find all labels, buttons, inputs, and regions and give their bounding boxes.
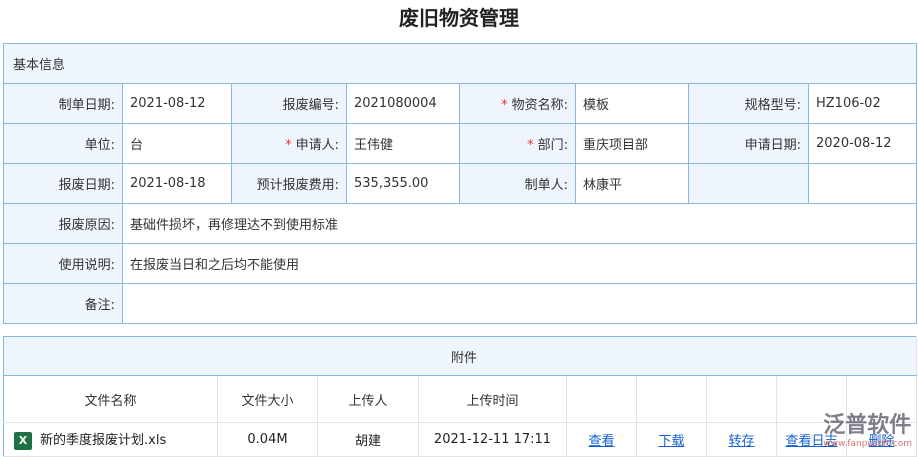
field-label: 报废日期: — [3, 163, 123, 204]
page-title: 废旧物资管理 — [399, 6, 519, 30]
field-value: 535,355.00 — [346, 163, 460, 204]
attachment-row: X 新的季度报废计划.xls 0.04M 胡建 2021-12-11 17:11 … — [3, 422, 918, 457]
field-value: 在报废当日和之后均不能使用 — [121, 243, 918, 284]
attachments-header-row: 文件名称 文件大小 上传人 上传时间 — [3, 375, 918, 423]
info-row: 报废日期: 2021-08-18 预计报废费用: 535,355.00 制单人: 林康平 — [3, 163, 918, 204]
field-label: 单位: — [3, 123, 123, 164]
download-link[interactable]: 下载 — [658, 434, 684, 449]
field-label: 报废原因: — [3, 203, 123, 244]
field-label: 使用说明: — [3, 243, 123, 284]
info-row: 单位: 台 * 申请人: 王伟健 * 部门: 重庆项目部 申请日期: 2020-08-12 — [3, 123, 918, 164]
field-value: 2020-08-12 — [807, 123, 918, 164]
field-label: 制单人: — [459, 163, 576, 204]
field-value: 王伟健 — [346, 123, 460, 164]
field-value: 模板 — [575, 83, 689, 124]
field-value: 重庆项目部 — [575, 123, 689, 164]
field-value: 台 — [122, 123, 232, 164]
watermark-logo: 泛普软件 www.fanpusoft.com — [823, 413, 912, 449]
field-label: 备注: — [3, 283, 123, 324]
field-label: 预计报废费用: — [231, 163, 347, 204]
field-value — [121, 283, 918, 324]
section-header-attachments: 附件 — [3, 336, 918, 376]
view-link[interactable]: 查看 — [588, 434, 614, 449]
field-label — [688, 163, 809, 204]
required-marker: * — [527, 138, 534, 153]
file-upload-time: 2021-12-11 17:11 — [418, 422, 567, 457]
field-value: 基础件损坏，再修理达不到使用标准 — [121, 203, 918, 244]
field-label: 规格型号: — [688, 83, 809, 124]
excel-file-icon: X — [14, 431, 32, 450]
field-label: 制单日期: — [3, 83, 123, 124]
field-label: * 物资名称: — [459, 83, 576, 124]
file-uploader: 胡建 — [317, 422, 419, 457]
attachments-table: 附件 文件名称 文件大小 上传人 上传时间 X 新的季度报废计划.xls 0.04… — [3, 336, 918, 457]
info-row: 制单日期: 2021-08-12 报废编号: 2021080004 * 物资名称: 模板 规格… — [3, 83, 918, 124]
field-label: * 部门: — [459, 123, 576, 164]
file-name: 新的季度报废计划.xls — [40, 433, 167, 449]
info-row: 备注: — [3, 283, 918, 324]
field-value: 2021-08-12 — [122, 83, 232, 124]
field-label: 申请日期: — [688, 123, 809, 164]
required-marker: * — [285, 138, 292, 153]
field-value: 2021080004 — [346, 83, 460, 124]
save-as-link[interactable]: 转存 — [728, 434, 754, 449]
col-uploader: 上传人 — [317, 375, 419, 423]
field-value — [807, 163, 918, 204]
field-label: * 申请人: — [231, 123, 347, 164]
field-value: 2021-08-18 — [122, 163, 232, 204]
col-upload-time: 上传时间 — [418, 375, 567, 423]
col-file-size: 文件大小 — [217, 375, 318, 423]
field-value: 林康平 — [575, 163, 689, 204]
basic-info-table: 基本信息 制单日期: 2021-08-12 报废编号: 2021080004 * 物资名称:… — [2, 43, 918, 324]
section-header-basic: 基本信息 — [2, 43, 918, 84]
col-file-name: 文件名称 — [3, 375, 218, 423]
info-row: 报废原因: 基础件损坏，再修理达不到使用标准 — [3, 203, 918, 244]
file-size: 0.04M — [217, 422, 318, 457]
field-label: 报废编号: — [231, 83, 347, 124]
field-value: HZ106-02 — [807, 83, 918, 124]
info-row: 使用说明: 在报废当日和之后均不能使用 — [3, 243, 918, 284]
required-marker: * — [501, 98, 508, 113]
